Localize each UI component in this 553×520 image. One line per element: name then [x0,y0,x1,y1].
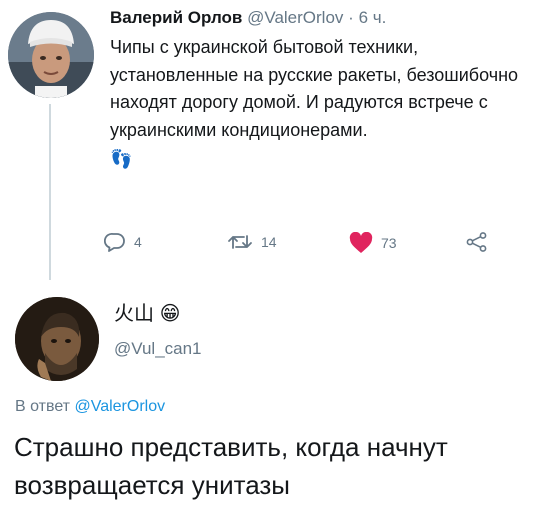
retweet-icon [227,232,253,252]
author-handle[interactable]: @ValerOrlov [247,8,343,27]
thread-line [49,104,51,280]
separator-dot: · [348,8,354,27]
original-tweet[interactable]: Валерий Орлов @ValerOrlov · 6 ч. Чипы с … [110,6,540,172]
reply-author-handle[interactable]: @Vul_can1 [114,339,202,359]
share-button[interactable] [466,232,488,252]
in-reply-mention-link[interactable]: @ValerOrlov [74,398,165,415]
grinning-emoji: 😁 [159,303,181,325]
in-reply-to: В ответ @ValerOrlov [15,398,165,416]
retweet-button[interactable]: 14 [227,232,277,252]
avatar-valerij-orlov[interactable] [8,12,94,98]
reply-author-name[interactable]: 火山 😁 [114,302,180,326]
footprints-emoji: 👣 [110,149,133,169]
tweet-text: Чипы с украинской бытовой техники, устан… [110,37,519,140]
reply-tweet-text: Страшно представить, когда начнут возвра… [14,432,448,500]
like-button[interactable]: 73 [349,232,397,254]
avatar-vul-can1[interactable] [15,297,99,381]
share-icon [466,232,488,252]
tweet-header: Валерий Орлов @ValerOrlov · 6 ч. [110,6,540,30]
author-name[interactable]: Валерий Орлов [110,8,242,27]
reply-button[interactable]: 4 [104,232,142,252]
heart-icon [349,232,373,254]
reply-author-name-text: 火山 [114,303,154,325]
like-count: 73 [381,235,397,251]
retweet-count: 14 [261,234,277,250]
reply-count: 4 [134,234,142,250]
reply-icon [104,232,126,252]
tweet-action-bar: 4 14 73 [104,232,504,258]
in-reply-prefix: В ответ [15,398,71,415]
tweet-timestamp[interactable]: 6 ч. [359,8,387,27]
